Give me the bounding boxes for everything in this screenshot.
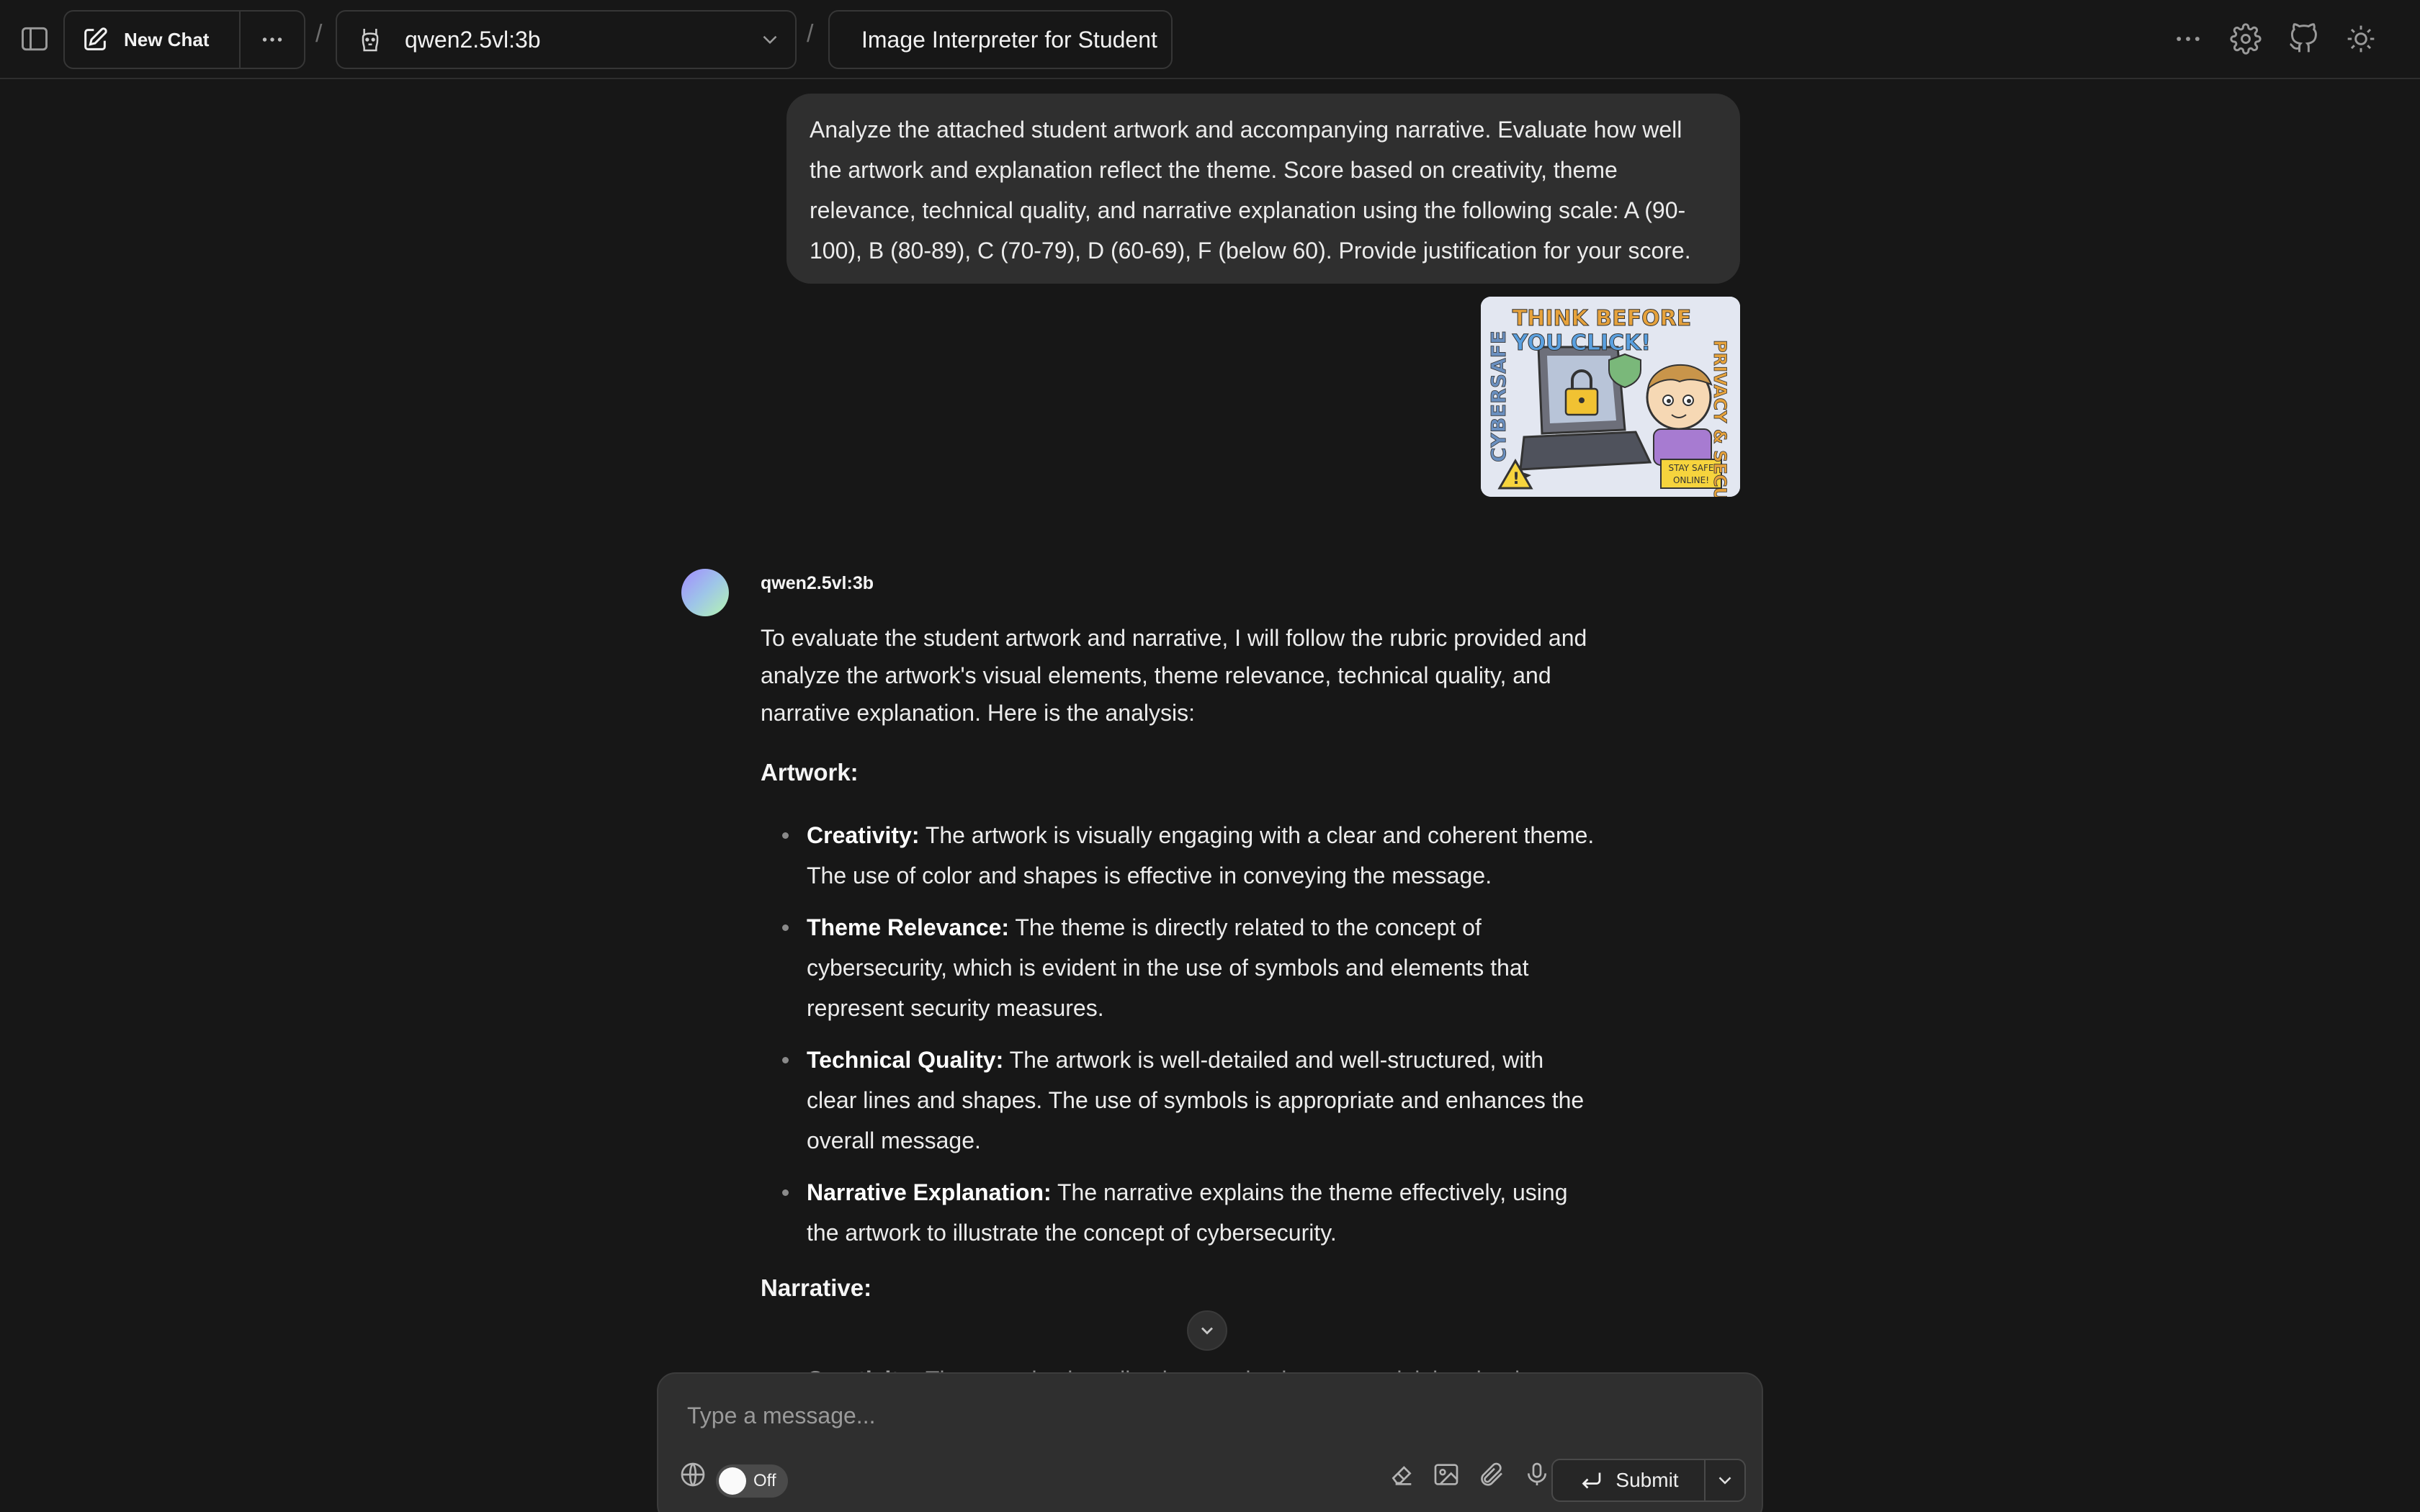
list-item: Creativity: The artwork is visually enga… [761, 815, 1596, 896]
svg-text:!: ! [1512, 470, 1520, 488]
breadcrumb-separator: / [315, 20, 323, 48]
gear-icon [2230, 23, 2262, 55]
llama-icon [362, 29, 379, 52]
pencil-edit-icon [84, 27, 107, 50]
student-artwork-illustration: ! STAY SAFE ONLINE! THINK BEFORE YOU CLI… [1481, 297, 1740, 497]
image-icon [1434, 1464, 1458, 1485]
breadcrumb-separator: / [807, 20, 814, 48]
criterion-label: Creativity: [807, 822, 920, 848]
paperclip-icon [1481, 1462, 1502, 1486]
chevron-down-icon [763, 35, 777, 45]
eraser-icon [1392, 1466, 1412, 1485]
svg-text:STAY SAFE: STAY SAFE [1669, 463, 1714, 473]
svg-text:ONLINE!: ONLINE! [1673, 475, 1709, 485]
ellipsis-icon [262, 37, 282, 42]
svg-text:YOU CLICK!: YOU CLICK! [1512, 330, 1651, 356]
criterion-label: Technical Quality: [807, 1047, 1004, 1073]
microphone-icon [1528, 1462, 1546, 1485]
voice-input-button[interactable] [1518, 1456, 1556, 1493]
response-intro: To evaluate the student artwork and narr… [761, 625, 1587, 726]
artwork-criteria-list: Creativity: The artwork is visually enga… [761, 815, 1596, 1253]
submit-button[interactable]: Submit [1553, 1460, 1706, 1500]
sun-gear-icon [2347, 25, 2375, 53]
github-button[interactable] [2280, 16, 2326, 62]
new-chat-label: New Chat [124, 28, 210, 50]
attached-artwork-image[interactable]: ! STAY SAFE ONLINE! THINK BEFORE YOU CLI… [1481, 297, 1740, 497]
chevron-down-icon [1718, 1477, 1731, 1485]
model-selector[interactable]: qwen2.5vl:3b [336, 10, 797, 69]
submit-options-button[interactable] [1706, 1460, 1744, 1500]
new-chat-group: New Chat [63, 10, 305, 69]
svg-text:THINK BEFORE: THINK BEFORE [1512, 306, 1691, 331]
clear-button[interactable] [1383, 1456, 1420, 1493]
image-upload-button[interactable] [1428, 1456, 1465, 1493]
toggle-label: Off [753, 1471, 776, 1490]
attach-file-button[interactable] [1472, 1456, 1510, 1493]
user-message-text: Analyze the attached student artwork and… [810, 117, 1691, 264]
theme-toggle-button[interactable] [2338, 16, 2384, 62]
list-item: Theme Relevance: The theme is directly r… [761, 907, 1596, 1028]
svg-text:PRIVACY & SECURITY: PRIVACY & SECURITY [1710, 340, 1730, 497]
settings-button[interactable] [2223, 16, 2269, 62]
globe-icon [681, 1462, 705, 1487]
message-input[interactable] [687, 1394, 1724, 1437]
sidebar-toggle-icon[interactable] [12, 16, 58, 62]
more-options-button[interactable] [241, 12, 304, 68]
assistant-model-name: qwen2.5vl:3b [761, 573, 874, 593]
toggle-knob [719, 1467, 746, 1495]
svg-text:CYBERSAFE: CYBERSAFE [1487, 330, 1510, 462]
model-name: qwen2.5vl:3b [405, 26, 541, 53]
list-item: Narrative Explanation: The narrative exp… [761, 1172, 1596, 1253]
section-heading-artwork: Artwork: [761, 759, 859, 786]
criterion-label: Theme Relevance: [807, 914, 1010, 940]
assistant-response: To evaluate the student artwork and narr… [761, 619, 1596, 1302]
more-menu-button[interactable] [2165, 16, 2211, 62]
web-search-button[interactable] [674, 1456, 712, 1493]
user-message-bubble: Analyze the attached student artwork and… [786, 94, 1740, 284]
web-search-toggle[interactable]: Off [716, 1464, 788, 1498]
assistant-avatar [681, 569, 729, 616]
github-icon [2290, 23, 2317, 53]
chat-title-field[interactable]: Image Interpreter for Student [828, 10, 1173, 69]
top-bar: New Chat / qwen2.5vl:3b / Image Interpre… [0, 0, 2420, 79]
criterion-label: Narrative Explanation: [807, 1179, 1052, 1205]
scroll-to-bottom-button[interactable] [1187, 1310, 1227, 1351]
submit-group: Submit [1551, 1459, 1746, 1502]
chevron-down-icon [1201, 1327, 1213, 1335]
enter-return-icon [1582, 1472, 1601, 1489]
new-chat-button[interactable]: New Chat [65, 12, 241, 68]
criterion-text: The artwork is visually engaging with a … [807, 822, 1595, 888]
section-heading-narrative: Narrative: [761, 1274, 872, 1301]
submit-label: Submit [1615, 1469, 1679, 1491]
ellipsis-icon [2177, 37, 2200, 41]
list-item: Technical Quality: The artwork is well-d… [761, 1040, 1596, 1161]
